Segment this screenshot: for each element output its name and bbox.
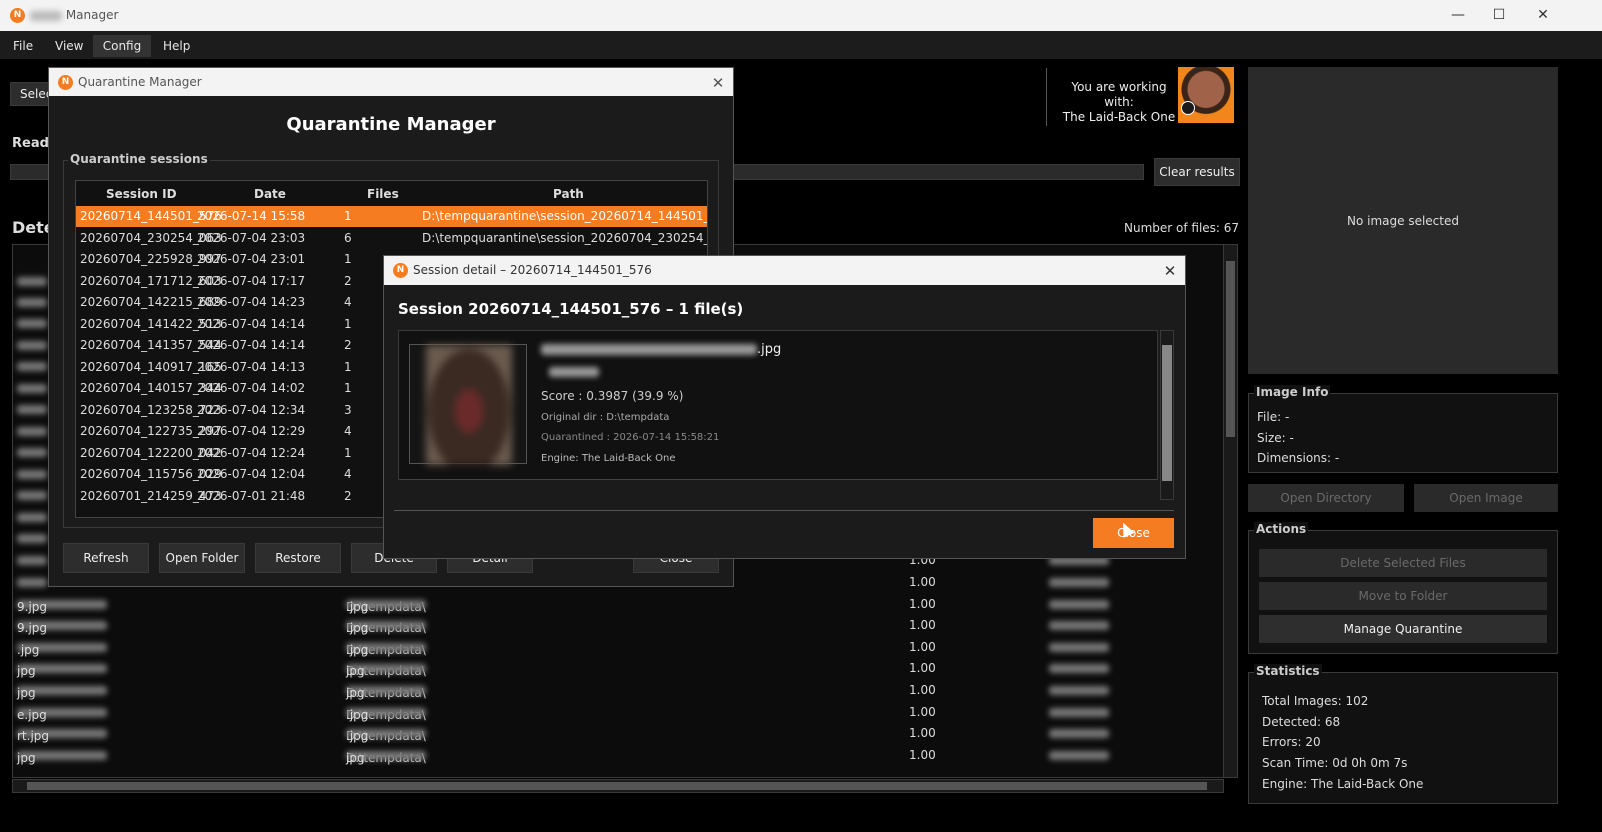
stat-errors: Errors: 20 xyxy=(1262,735,1321,749)
stat-total: Total Images: 102 xyxy=(1262,694,1369,708)
working-with-label: You are working with: xyxy=(1071,80,1167,109)
statistics-group: Statistics Total Images: 102 Detected: 6… xyxy=(1248,664,1558,804)
blurred-app-name xyxy=(30,10,62,21)
results-horizontal-scrollbar[interactable] xyxy=(12,779,1224,793)
file-engine: Engine: The Laid-Back One xyxy=(541,453,676,464)
main-titlebar: N Manager — ☐ ✕ xyxy=(0,0,1602,31)
image-preview: No image selected xyxy=(1248,67,1558,374)
minimize-icon[interactable]: — xyxy=(1440,4,1476,26)
move-to-folder-button[interactable]: Move to Folder xyxy=(1259,582,1547,610)
file-thumbnail xyxy=(409,344,527,465)
image-info-group: Image Info File: - Size: - Dimensions: - xyxy=(1248,385,1558,473)
file-card[interactable]: .jpg Score : 0.3987 (39.9 %) Original di… xyxy=(398,330,1158,480)
clear-results-button[interactable]: Clear results xyxy=(1154,158,1240,186)
open-image-button[interactable]: Open Image xyxy=(1414,484,1558,512)
file-count-label: Number of files: 67 xyxy=(1124,221,1240,235)
select-folder-button[interactable]: Selec xyxy=(10,82,50,106)
menu-help[interactable]: Help xyxy=(155,35,198,57)
menu-view[interactable]: View xyxy=(47,35,91,57)
results-vertical-scrollbar[interactable] xyxy=(1223,244,1238,778)
file-original-dir: Original dir : D:\tempdata xyxy=(541,412,670,423)
info-size: Size: - xyxy=(1257,431,1294,445)
table-row[interactable]: .jpg D:\tempdata\.jpg 1.00 xyxy=(13,637,1223,658)
file-score: Score : 0.3987 (39.9 %) xyxy=(541,389,684,403)
info-file: File: - xyxy=(1257,410,1290,424)
col-path[interactable]: Path xyxy=(553,187,584,201)
actions-group: Actions Delete Selected Files Move to Fo… xyxy=(1248,522,1558,654)
stat-scan-time: Scan Time: 0d 0h 0m 7s xyxy=(1262,756,1408,770)
stat-detected: Detected: 68 xyxy=(1262,715,1341,729)
file-quarantined-time: Quarantined : 2026-07-14 15:58:21 xyxy=(541,432,720,443)
dialog-titlebar: N Quarantine Manager ✕ xyxy=(49,68,733,96)
open-folder-button[interactable]: Open Folder xyxy=(159,543,245,573)
avatar-badge-icon xyxy=(1181,101,1195,115)
stat-engine: Engine: The Laid-Back One xyxy=(1262,777,1424,791)
table-row[interactable]: 9.jpg D:\tempdata\.jpg 1.00 xyxy=(13,615,1223,636)
col-date[interactable]: Date xyxy=(254,187,286,201)
table-row[interactable]: jpg D:\tempdata\jpg 1.00 xyxy=(13,658,1223,679)
maximize-icon[interactable]: ☐ xyxy=(1481,4,1517,26)
session-heading: Session 20260714_144501_576 – 1 file(s) xyxy=(398,300,744,318)
manage-quarantine-button[interactable]: Manage Quarantine xyxy=(1259,615,1547,643)
refresh-button[interactable]: Refresh xyxy=(63,543,149,573)
session-row[interactable]: 20260714_144501_576 2026-07-14 15:58 1 D:\t… xyxy=(76,206,707,227)
open-directory-button[interactable]: Open Directory xyxy=(1248,484,1404,512)
file-name: .jpg xyxy=(541,342,781,357)
file-label-blurred xyxy=(549,364,599,378)
dialog-heading: Quarantine Manager xyxy=(286,114,496,135)
detail-scrollbar[interactable] xyxy=(1160,330,1174,500)
session-detail-dialog: N Session detail – 20260714_144501_576 ✕… xyxy=(383,255,1186,559)
delete-selected-button[interactable]: Delete Selected Files xyxy=(1259,549,1547,577)
menu-file[interactable]: File xyxy=(5,35,41,57)
restore-button[interactable]: Restore xyxy=(255,543,341,573)
dialog-titlebar: N Session detail – 20260714_144501_576 ✕ xyxy=(384,256,1185,285)
window-title: Manager xyxy=(30,8,118,22)
app-logo-icon: N xyxy=(58,75,73,90)
menu-bar: File View Config Help xyxy=(0,31,1602,59)
close-icon[interactable]: ✕ xyxy=(1159,260,1181,282)
app-logo-icon: N xyxy=(393,263,408,278)
table-row[interactable]: jpg D:\tempdata\jpg 1.00 xyxy=(13,745,1223,766)
table-row[interactable]: 9.jpg D:\tempdata\.jpg 1.00 xyxy=(13,594,1223,615)
col-session-id[interactable]: Session ID xyxy=(106,187,177,201)
table-row[interactable]: e.jpg D:\tempdata\.jpg 1.00 xyxy=(13,702,1223,723)
engine-name: The Laid-Back One xyxy=(1062,110,1176,124)
session-row[interactable]: 20260704_230254_063 2026-07-04 23:03 6 D:\t… xyxy=(76,228,707,249)
close-icon[interactable]: ✕ xyxy=(707,72,729,94)
app-logo-icon: N xyxy=(10,8,25,23)
engine-avatar xyxy=(1178,67,1234,123)
menu-config[interactable]: Config xyxy=(93,35,151,57)
close-icon[interactable]: ✕ xyxy=(1525,4,1561,26)
info-dimensions: Dimensions: - xyxy=(1257,451,1340,465)
col-files[interactable]: Files xyxy=(367,187,399,201)
table-row[interactable]: rt.jpg D:\tempdata\.jpg 1.00 xyxy=(13,723,1223,744)
table-row[interactable]: jpg D:\tempdata\jpg 1.00 xyxy=(13,680,1223,701)
